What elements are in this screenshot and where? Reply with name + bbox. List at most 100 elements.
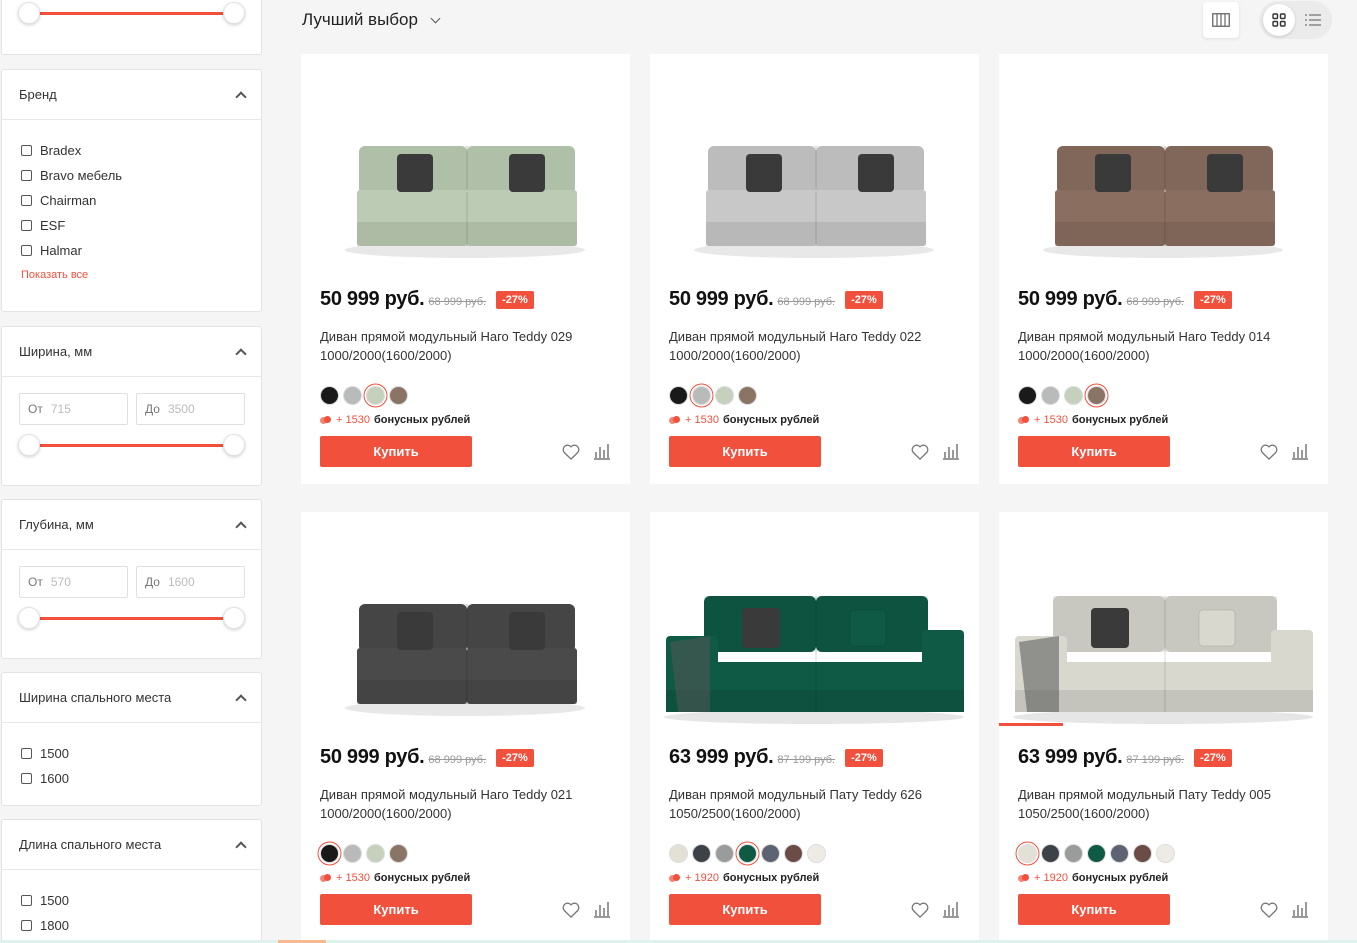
buy-button[interactable]: Купить [1018,436,1170,467]
color-swatch[interactable] [761,844,780,863]
depth-filter-header[interactable]: Глубина, мм [2,500,261,550]
grid-view-button[interactable] [1263,4,1295,36]
checkbox[interactable] [21,748,32,759]
color-swatch[interactable] [715,386,734,405]
product-card[interactable]: 50 999 руб. 68 999 руб. -27% Диван прямо… [650,54,979,484]
product-title[interactable]: Диван прямой модульный Пату Teddy 626 10… [669,785,959,823]
sleep-length-option[interactable]: 1800 [21,913,261,938]
width-to-input[interactable]: До 3500 [136,393,245,425]
compare-icon[interactable] [942,900,960,918]
width-from-input[interactable]: От 715 [19,393,128,425]
compare-icon[interactable] [593,442,611,460]
color-swatch[interactable] [715,844,734,863]
checkbox[interactable] [21,895,32,906]
sleep-width-option[interactable]: 1600 [21,766,261,791]
show-all-brands-link[interactable]: Показать все [21,269,261,281]
color-swatch[interactable] [1064,844,1083,863]
depth-slider-max-handle[interactable] [223,607,245,629]
product-title[interactable]: Диван прямой модульный Наго Teddy 022 10… [669,327,959,365]
color-swatch[interactable] [343,844,362,863]
product-title[interactable]: Диван прямой модульный Наго Teddy 021 10… [320,785,610,823]
depth-to-input[interactable]: До 1600 [136,566,245,598]
width-slider-max-handle[interactable] [223,434,245,456]
compare-icon[interactable] [1291,442,1309,460]
color-swatch[interactable] [389,386,408,405]
color-swatch[interactable] [1041,386,1060,405]
color-swatch[interactable] [1156,844,1175,863]
compare-icon[interactable] [593,900,611,918]
color-swatch[interactable] [389,844,408,863]
checkbox[interactable] [21,170,32,181]
color-swatch[interactable] [1018,386,1037,405]
checkbox[interactable] [21,195,32,206]
color-swatch[interactable] [1018,844,1037,863]
checkbox[interactable] [21,145,32,156]
product-image[interactable] [301,54,630,266]
compare-icon[interactable] [942,442,960,460]
color-swatch[interactable] [320,386,339,405]
color-swatch[interactable] [669,386,688,405]
depth-slider[interactable] [18,607,245,629]
product-image[interactable] [650,54,979,266]
brand-option[interactable]: Bradex [21,138,261,163]
product-title[interactable]: Диван прямой модульный Наго Teddy 029 10… [320,327,610,365]
product-card[interactable]: 50 999 руб. 68 999 руб. -27% Диван прямо… [999,54,1328,484]
list-view-button[interactable] [1297,4,1329,36]
color-swatch[interactable] [669,844,688,863]
color-swatch[interactable] [692,844,711,863]
color-swatch[interactable] [1133,844,1152,863]
product-title[interactable]: Диван прямой модульный Наго Teddy 014 10… [1018,327,1308,365]
brand-option[interactable]: Halmar [21,238,261,263]
product-card[interactable]: 63 999 руб. 87 199 руб. -27% Диван прямо… [999,512,1328,942]
product-image[interactable] [650,512,979,724]
depth-slider-min-handle[interactable] [18,607,40,629]
sleep-width-filter-header[interactable]: Ширина спального места [2,673,261,723]
price-slider-max-handle[interactable] [223,2,245,24]
heart-icon[interactable] [1259,442,1279,462]
brand-option[interactable]: Bravo мебель [21,163,261,188]
sleep-width-option[interactable]: 1500 [21,741,261,766]
checkbox[interactable] [21,920,32,931]
product-card[interactable]: 50 999 руб. 68 999 руб. -27% Диван прямо… [301,512,630,942]
color-swatch[interactable] [784,844,803,863]
color-swatch[interactable] [738,386,757,405]
product-card[interactable]: 63 999 руб. 87 199 руб. -27% Диван прямо… [650,512,979,942]
checkbox[interactable] [21,245,32,256]
color-swatch[interactable] [343,386,362,405]
color-swatch[interactable] [320,844,339,863]
buy-button[interactable]: Купить [320,894,472,925]
width-filter-header[interactable]: Ширина, мм [2,327,261,377]
heart-icon[interactable] [1259,900,1279,920]
heart-icon[interactable] [910,442,930,462]
brand-option[interactable]: Chairman [21,188,261,213]
color-swatch[interactable] [692,386,711,405]
compare-icon[interactable] [1291,900,1309,918]
color-swatch[interactable] [738,844,757,863]
color-swatch[interactable] [366,844,385,863]
brand-filter-header[interactable]: Бренд [2,70,261,120]
color-swatch[interactable] [1064,386,1083,405]
color-swatch[interactable] [1110,844,1129,863]
sort-dropdown[interactable]: Лучший выбор [302,10,441,30]
width-slider[interactable] [18,434,245,456]
color-swatch[interactable] [1041,844,1060,863]
price-slider[interactable] [18,2,245,24]
buy-button[interactable]: Купить [1018,894,1170,925]
product-image[interactable] [301,512,630,724]
buy-button[interactable]: Купить [320,436,472,467]
product-card[interactable]: 50 999 руб. 68 999 руб. -27% Диван прямо… [301,54,630,484]
heart-icon[interactable] [910,900,930,920]
sleep-length-option[interactable]: 1500 [21,888,261,913]
brand-option[interactable]: ESF [21,213,261,238]
buy-button[interactable]: Купить [669,894,821,925]
heart-icon[interactable] [561,900,581,920]
product-image[interactable] [999,54,1328,266]
product-image[interactable] [999,512,1328,724]
color-swatch[interactable] [1087,844,1106,863]
color-swatch[interactable] [807,844,826,863]
width-slider-min-handle[interactable] [18,434,40,456]
checkbox[interactable] [21,220,32,231]
color-swatch[interactable] [366,386,385,405]
depth-from-input[interactable]: От 570 [19,566,128,598]
buy-button[interactable]: Купить [669,436,821,467]
